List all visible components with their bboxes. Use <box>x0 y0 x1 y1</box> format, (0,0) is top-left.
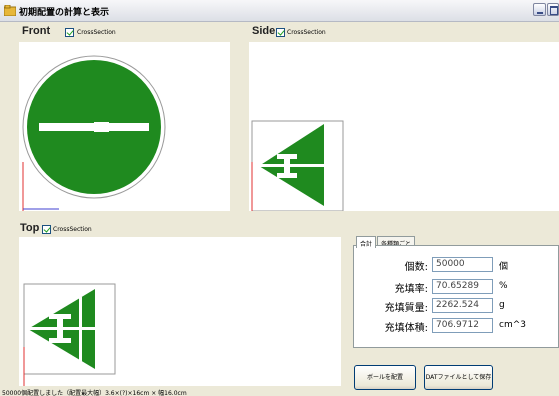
front-view-drawing <box>22 55 166 211</box>
title-bar: 初期配置の計算と表示 <box>0 0 559 22</box>
front-view-label: Front <box>22 25 51 37</box>
window-title: 初期配置の計算と表示 <box>19 8 110 18</box>
top-view-drawing <box>23 283 116 386</box>
packing-ratio-label: 充填率: <box>394 284 428 295</box>
maximize-button[interactable] <box>547 3 559 16</box>
side-crosssection-checkbox[interactable] <box>276 28 285 37</box>
side-view-canvas[interactable] <box>249 42 559 211</box>
front-view-canvas[interactable] <box>19 42 230 211</box>
packing-ratio-field[interactable]: 70.65289 <box>432 279 493 294</box>
packed-mass-field[interactable]: 2262.524 <box>432 298 493 313</box>
status-bar: 50000個配置しました（配置最大幅）3.6×(?)×16cm × 幅16.0c… <box>2 390 187 396</box>
count-unit: 個 <box>499 262 509 272</box>
packed-volume-label: 充填体積: <box>384 323 428 334</box>
top-crosssection-checkbox[interactable] <box>42 225 51 234</box>
packed-volume-field[interactable]: 706.9712 <box>432 318 493 333</box>
save-dat-button[interactable]: DATファイルとして保存 <box>424 365 493 390</box>
count-label: 個数: <box>404 262 428 273</box>
packed-volume-unit: cm^3 <box>499 320 526 330</box>
packing-ratio-unit: % <box>499 281 508 291</box>
top-crosssection-label: CrossSection <box>53 226 92 233</box>
side-view-drawing <box>251 120 344 211</box>
count-field[interactable]: 50000 <box>432 257 493 272</box>
side-view-label: Side <box>252 25 276 37</box>
top-view-canvas[interactable] <box>19 237 341 386</box>
front-crosssection-label: CrossSection <box>77 29 116 36</box>
place-balls-button[interactable]: ボールを配置 <box>354 365 416 390</box>
packed-mass-label: 充填質量: <box>384 303 428 314</box>
top-view-label: Top <box>20 222 40 234</box>
packed-mass-unit: g <box>499 300 505 310</box>
tab-total[interactable]: 合計 <box>356 236 377 248</box>
app-icon <box>4 5 16 16</box>
side-crosssection-label: CrossSection <box>287 29 326 36</box>
minimize-button[interactable] <box>533 3 546 16</box>
front-crosssection-checkbox[interactable] <box>65 28 74 37</box>
